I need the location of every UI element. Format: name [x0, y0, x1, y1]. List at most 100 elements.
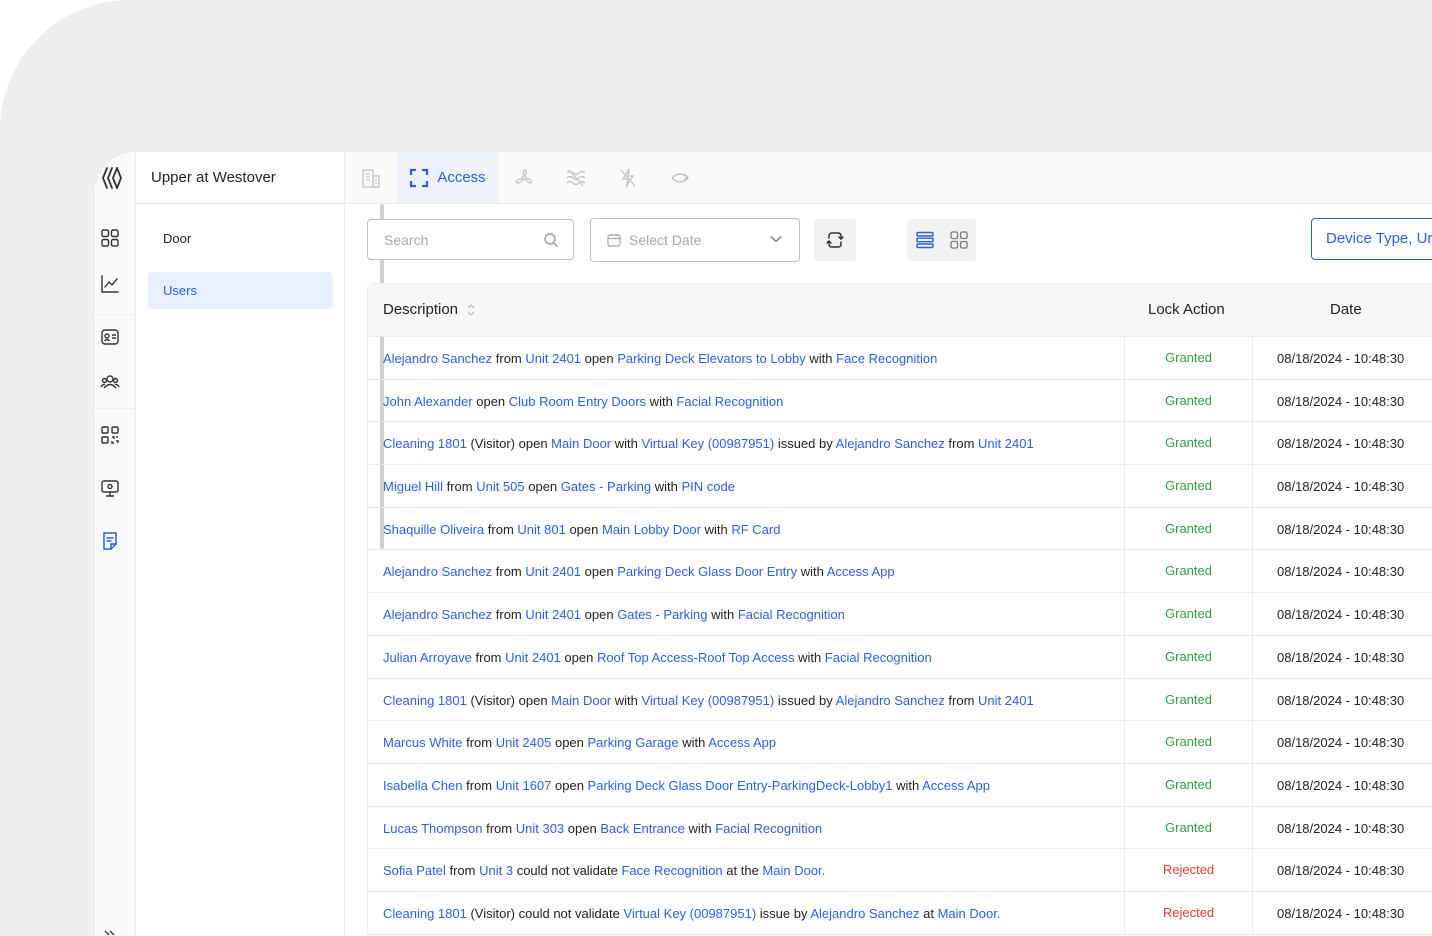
dashboard-icon[interactable] [100, 228, 120, 248]
column-date[interactable]: Date [1330, 301, 1362, 318]
description-link[interactable]: Alejandro Sanchez [383, 564, 492, 579]
description-link[interactable]: Access App [827, 564, 895, 579]
description-link[interactable]: Unit 801 [517, 522, 565, 537]
table-row[interactable]: Sofia Patel from Unit 3 could not valida… [368, 849, 1432, 892]
description-link[interactable]: Unit 3 [479, 863, 513, 878]
description-link[interactable]: Facial Recognition [676, 394, 783, 409]
description-link[interactable]: Parking Garage [588, 735, 679, 750]
tab-sync[interactable] [654, 152, 706, 203]
table-row[interactable]: Cleaning 1801 (Visitor) open Main Door w… [368, 422, 1432, 466]
description-link[interactable]: Gates - Parking [617, 607, 707, 622]
sort-icon[interactable] [467, 303, 475, 317]
search-icon[interactable] [543, 232, 559, 248]
description-link[interactable]: Unit 1607 [496, 778, 552, 793]
description-link[interactable]: Facial Recognition [825, 650, 932, 665]
description-link[interactable]: Alejandro Sanchez [383, 607, 492, 622]
description-link[interactable]: Cleaning 1801 [383, 693, 467, 708]
description-link[interactable]: Unit 2401 [525, 564, 581, 579]
description-link[interactable]: Facial Recognition [738, 607, 845, 622]
grid-view-icon[interactable] [950, 231, 968, 249]
table-row[interactable]: Julian Arroyave from Unit 2401 open Roof… [368, 635, 1432, 679]
description-link[interactable]: Unit 2401 [978, 436, 1034, 451]
description-link[interactable]: Parking Deck Glass Door Entry-ParkingDec… [588, 778, 893, 793]
tab-waves[interactable] [550, 152, 602, 203]
description-link[interactable]: Unit 303 [516, 821, 564, 836]
description-link[interactable]: Unit 505 [476, 479, 524, 494]
analytics-chart-icon[interactable] [100, 274, 120, 294]
description-link[interactable]: Unit 2401 [978, 693, 1034, 708]
tab-building[interactable] [345, 152, 397, 203]
table-row[interactable]: John Alexander open Club Room Entry Door… [368, 379, 1432, 423]
description-link[interactable]: Isabella Chen [383, 778, 463, 793]
description-link[interactable]: Parking Deck Glass Door Entry [617, 564, 797, 579]
tab-access[interactable]: Access [397, 152, 498, 203]
table-row[interactable]: Cleaning 1801 (Visitor) open Main Door w… [368, 678, 1432, 722]
description-link[interactable]: Unit 2401 [525, 607, 581, 622]
table-row[interactable]: Lucas Thompson from Unit 303 open Back E… [368, 806, 1432, 850]
description-link[interactable]: Unit 2401 [525, 351, 581, 366]
monitor-icon[interactable] [100, 478, 120, 498]
description-link[interactable]: Lucas Thompson [383, 821, 483, 836]
description-link[interactable]: Main Lobby Door [602, 522, 701, 537]
description-link[interactable]: Virtual Key (00987951) [623, 906, 756, 921]
table-row[interactable]: Cleaning 1801 (Visitor) could not valida… [368, 891, 1432, 935]
description-link[interactable]: Unit 2401 [505, 650, 561, 665]
expand-icon[interactable] [100, 924, 120, 936]
table-row[interactable]: Alejandro Sanchez from Unit 2401 open Ga… [368, 593, 1432, 636]
description-link[interactable]: Julian Arroyave [383, 650, 472, 665]
description-link[interactable]: Shaquille Oliveira [383, 522, 484, 537]
description-link[interactable]: Sofia Patel [383, 863, 446, 878]
table-row[interactable]: Alejandro Sanchez from Unit 2401 open Pa… [368, 337, 1432, 380]
description-link[interactable]: Club Room Entry Doors [509, 394, 646, 409]
description-link[interactable]: Alejandro Sanchez [383, 351, 492, 366]
description-link[interactable]: Gates - Parking [561, 479, 651, 494]
description-link[interactable]: Virtual Key (00987951) [641, 693, 774, 708]
description-link[interactable]: Back Entrance [600, 821, 685, 836]
description-link[interactable]: Main Door. [762, 863, 825, 878]
description-link[interactable]: PIN code [681, 479, 734, 494]
search-input[interactable] [382, 231, 546, 249]
description-link[interactable]: Face Recognition [621, 863, 722, 878]
table-row[interactable]: Alejandro Sanchez from Unit 2401 open Pa… [368, 550, 1432, 594]
table-row[interactable]: Marcus White from Unit 2405 open Parking… [368, 721, 1432, 764]
notes-icon[interactable] [100, 531, 120, 551]
description-link[interactable]: Parking Deck Elevators to Lobby [617, 351, 806, 366]
logo-icon[interactable] [101, 166, 123, 190]
description-link[interactable]: Main Door [551, 693, 611, 708]
description-link[interactable]: Virtual Key (00987951) [641, 436, 774, 451]
description-link[interactable]: Cleaning 1801 [383, 906, 467, 921]
submenu-item-door[interactable]: Door [148, 220, 333, 257]
description-link[interactable]: Face Recognition [836, 351, 937, 366]
description-link[interactable]: RF Card [731, 522, 780, 537]
table-row[interactable]: Miguel Hill from Unit 505 open Gates - P… [368, 465, 1432, 508]
refresh-button[interactable] [814, 219, 856, 261]
table-row[interactable]: Shaquille Oliveira from Unit 801 open Ma… [368, 507, 1432, 551]
row-date: 08/18/2024 - 10:48:30 [1277, 820, 1405, 836]
list-view-icon[interactable] [916, 231, 934, 249]
description-link[interactable]: Alejandro Sanchez [810, 906, 919, 921]
description-link[interactable]: Marcus White [383, 735, 462, 750]
description-link[interactable]: Miguel Hill [383, 479, 443, 494]
column-lock-action[interactable]: Lock Action [1148, 301, 1225, 318]
table-row[interactable]: Isabella Chen from Unit 1607 open Parkin… [368, 763, 1432, 807]
description-link[interactable]: Access App [922, 778, 990, 793]
description-link[interactable]: Access App [708, 735, 776, 750]
qr-code-icon[interactable] [100, 425, 120, 445]
column-description[interactable]: Description [383, 301, 475, 318]
description-link[interactable]: Alejandro Sanchez [836, 693, 945, 708]
description-link[interactable]: Main Door [551, 436, 611, 451]
description-link[interactable]: Main Door. [938, 906, 1001, 921]
submenu-item-users[interactable]: Users [148, 272, 333, 309]
id-card-icon[interactable] [100, 327, 120, 347]
description-link[interactable]: John Alexander [383, 394, 473, 409]
description-link[interactable]: Facial Recognition [715, 821, 822, 836]
description-link[interactable]: Cleaning 1801 [383, 436, 467, 451]
description-link[interactable]: Alejandro Sanchez [836, 436, 945, 451]
users-group-icon[interactable] [100, 372, 120, 392]
description-link[interactable]: Unit 2405 [496, 735, 552, 750]
tab-power[interactable] [602, 152, 654, 203]
date-picker[interactable]: Select Date [590, 218, 800, 262]
description-link[interactable]: Roof Top Access-Roof Top Access [597, 650, 795, 665]
tab-fan[interactable] [498, 152, 550, 203]
device-type-filter-button[interactable]: Device Type, Ur [1311, 218, 1432, 260]
